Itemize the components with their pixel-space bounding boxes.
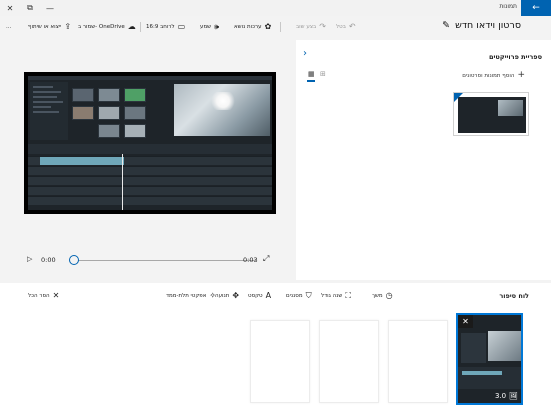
- video-title[interactable]: ✎ סרטון וידאו חדש: [442, 20, 521, 31]
- minimize-window-button[interactable]: —: [40, 0, 60, 16]
- frame-media-panel: [30, 82, 68, 140]
- playback-controls: ▷ 0:00 0:03 ⤢: [24, 253, 276, 267]
- video-preview[interactable]: [24, 72, 276, 214]
- storyboard-card[interactable]: ✕ 3.0 🖼: [456, 313, 523, 405]
- filters-button[interactable]: מסננים ⛉: [286, 292, 312, 300]
- preview-pane: ▷ 0:00 0:03 ⤢: [0, 40, 295, 280]
- motion-icon: ✥: [232, 291, 240, 300]
- library-title: ספריית פרוייקטים: [488, 53, 542, 61]
- card-duration: 3.0 🖼: [494, 392, 518, 400]
- grid-view-icon[interactable]: ⊞: [320, 70, 326, 78]
- seek-bar[interactable]: [74, 260, 256, 261]
- more-options-button[interactable]: ...: [6, 20, 11, 34]
- plus-icon: +: [517, 70, 525, 80]
- audio-button[interactable]: שמע 🕪: [200, 20, 219, 34]
- close-icon: ✕: [462, 317, 469, 326]
- text-icon: A: [265, 291, 272, 300]
- pencil-icon: ✎: [442, 20, 451, 31]
- add-media-button[interactable]: הוסף תמונות וסרטונים +: [462, 71, 525, 80]
- undo-button[interactable]: בטל ↶: [336, 20, 356, 34]
- share-icon: ⇪: [64, 22, 72, 31]
- list-view-icon[interactable]: ▦: [308, 70, 315, 78]
- back-arrow-icon: ←: [532, 3, 540, 13]
- storyboard-empty-slot[interactable]: [388, 320, 448, 403]
- remove-all-button[interactable]: הסר הכל ✕: [28, 292, 59, 300]
- used-in-project-marker: [454, 93, 463, 102]
- resize-icon: ⛶: [345, 291, 351, 300]
- undo-icon: ↶: [348, 22, 356, 31]
- redo-button[interactable]: בצע שוב ↷: [296, 20, 326, 34]
- back-button[interactable]: ←: [521, 0, 551, 16]
- storyboard-empty-slot[interactable]: [250, 320, 310, 403]
- close-icon: ✕: [52, 291, 60, 300]
- seek-thumb[interactable]: [69, 255, 79, 265]
- divider: [140, 22, 141, 32]
- aspect-ratio-button[interactable]: 16:9 לרוחב ▭: [146, 20, 185, 34]
- save-onedrive-button[interactable]: שמור ב- OneDrive ☁: [78, 20, 136, 34]
- sparkle-icon: ✧: [209, 291, 217, 300]
- image-icon: 🖼: [509, 392, 518, 400]
- resize-button[interactable]: שנה גודל ⛶: [321, 292, 351, 300]
- cloud-icon: ☁: [127, 22, 136, 31]
- frame-thumbnails: [70, 82, 168, 140]
- current-time: 0:00: [41, 256, 56, 264]
- redo-icon: ↷: [319, 22, 326, 31]
- 3d-effects-button[interactable]: אפקטי תלת-ממד ✧: [166, 292, 216, 300]
- motion-button[interactable]: תנועה ✥: [215, 292, 239, 300]
- storyboard: לוח סיפור משך ◷ שנה גודל ⛶ מסננים ⛉ טקסט…: [0, 283, 551, 414]
- chevron-right-icon[interactable]: ›: [303, 48, 307, 59]
- minimize-icon: —: [46, 3, 54, 13]
- restore-window-button[interactable]: ⧉: [20, 0, 40, 16]
- palette-icon: ✿: [264, 22, 272, 31]
- fullscreen-icon[interactable]: ⤢: [263, 254, 269, 264]
- project-library-panel: › ספריית פרוייקטים ▦ ⊞ הוסף תמונות וסרטו…: [296, 40, 551, 280]
- speaker-icon: 🕪: [214, 22, 220, 31]
- close-window-button[interactable]: ✕: [0, 0, 20, 16]
- storyboard-empty-slot[interactable]: [319, 320, 379, 403]
- clock-icon: ◷: [385, 291, 393, 300]
- remove-card-button[interactable]: ✕: [458, 315, 473, 328]
- filter-icon: ⛉: [305, 291, 312, 300]
- text-button[interactable]: טקסט A: [248, 292, 271, 300]
- total-time: 0:03: [243, 256, 258, 264]
- close-icon: ✕: [6, 3, 14, 13]
- storyboard-title: לוח סיפור: [499, 292, 529, 300]
- play-icon[interactable]: ▷: [27, 255, 32, 263]
- library-media-item[interactable]: [453, 92, 529, 136]
- title-bar: ✕ ⧉ — תמונות ←: [0, 0, 551, 16]
- restore-icon: ⧉: [27, 3, 33, 12]
- video-frame-content: [28, 76, 272, 210]
- duration-button[interactable]: משך ◷: [372, 292, 393, 300]
- frame-toolbar: [28, 144, 272, 154]
- export-share-button[interactable]: ייצוא או שיתוף ⇪: [28, 20, 71, 34]
- app-title: תמונות: [499, 3, 517, 10]
- divider: [280, 22, 281, 32]
- view-selection-indicator: [307, 80, 315, 82]
- aspect-ratio-icon: ▭: [177, 22, 186, 31]
- themes-button[interactable]: ערכות נושא ✿: [234, 20, 271, 34]
